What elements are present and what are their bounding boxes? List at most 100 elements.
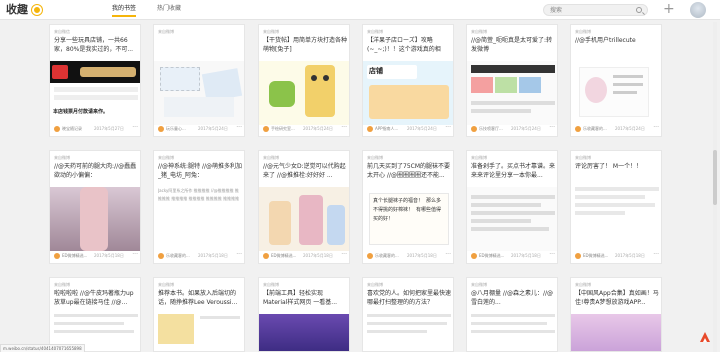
bookmark-card[interactable]: 来自微博 【洋果子店ローズ】攻略(~_~;)！！这个游戏真的相当... 店铺 A… <box>362 24 454 137</box>
logo-badge-icon <box>32 5 42 15</box>
card-thumbnail[interactable] <box>571 187 661 251</box>
card-title[interactable]: 【洋果子店ローズ】攻略(~_~;)！！这个游戏真的相当... <box>367 36 451 54</box>
bookmark-card[interactable]: 来自微博 评论厉害了！ M一个！！ ED微博精选... 2017年5月18日 ·… <box>570 150 662 264</box>
card-thumbnail[interactable] <box>259 314 349 351</box>
card-source: 来自微博 <box>263 29 279 34</box>
card-date: 2017年5月18日 <box>303 253 333 258</box>
brand-corner-icon[interactable] <box>698 330 712 344</box>
card-title[interactable]: //@手机用户trillecute <box>575 36 659 54</box>
bookmark-card[interactable]: 来自微博 //@神系统:腿特 //@萌推多利加_猪_电坊_阿兔： Jacky阿里… <box>153 150 245 264</box>
card-source: 来自微博 <box>471 282 487 287</box>
text-line <box>367 330 427 333</box>
card-meta: ED微博精选... 2017年5月18日 ··· <box>263 251 347 260</box>
card-title[interactable]: //@简萱_呃呃真是太可爱了:转发微博 <box>471 36 555 54</box>
author-avatar <box>54 126 60 132</box>
card-meta: 玩乐童心... 2017年5月24日 ··· <box>158 124 242 133</box>
bookmark-card[interactable]: 来自微博 【干货帖】用简单方块打造各种萌物[兔子] 手绘研究室... 2017年… <box>258 24 350 137</box>
tab-my-bookmarks[interactable]: 我的书签 <box>112 5 137 17</box>
avatar[interactable] <box>690 2 706 18</box>
bookmark-card[interactable]: 来自微博 啦啦啦啦 //@牛皮玛著瓶力up放草up最在链接马佳 //@... <box>49 277 141 352</box>
card-thumbnail[interactable] <box>259 187 349 251</box>
card-title[interactable]: 准备剁手了。买点书才靠谱。来来来评论里分享一本你最... <box>471 162 555 180</box>
card-title[interactable]: 推荐本书。如果放入后端切的话，随挣推荐Lee Veroussi... <box>158 289 242 307</box>
more-icon[interactable]: ··· <box>341 251 347 258</box>
app-logo[interactable]: 收趣 <box>6 3 28 17</box>
bookmark-card[interactable]: 来自微博 //@元气少女D:逆觉可以代购起来了 //@推推栓:好好好 ... E… <box>258 150 350 264</box>
bookmark-card[interactable]: 来自微博 //@天药可前的腿大肉://@蠢蠢欲动的小偏偏： ED微博精选... … <box>49 150 141 264</box>
card-date: 2017年5月27日 <box>94 126 124 131</box>
card-meta: 手绘研究室... 2017年5月24日 ··· <box>263 124 347 133</box>
card-date: 2017年5月24日 <box>407 126 437 131</box>
author-avatar <box>263 126 269 132</box>
card-title[interactable] <box>158 36 242 54</box>
scrollbar-thumb[interactable] <box>713 150 717 205</box>
bookmark-card[interactable]: 来自微博 玩乐童心... 2017年5月24日 ··· <box>153 24 245 137</box>
card-thumbnail[interactable] <box>50 187 140 251</box>
more-icon[interactable]: ··· <box>653 124 659 131</box>
bookmark-card[interactable]: 来自微博 准备剁手了。买点书才靠谱。来来来评论里分享一本你最... ED微博精选… <box>466 150 558 264</box>
bookmark-card[interactable]: 来自微博 喜欢党的人。如何把家里最快速哪最打扫整理的的方法？ <box>362 277 454 352</box>
card-title[interactable]: //@元气少女D:逆觉可以代购起来了 //@推推栓:好好好 ... <box>263 162 347 180</box>
thumb-caption: 本店钱票月付款请来作。 <box>53 109 109 115</box>
more-icon[interactable]: ··· <box>236 251 242 258</box>
bookmark-card[interactable]: 来自微信 分享一些玩具店铺，一共66家，80%是我实过的，不可... 本店钱票月… <box>49 24 141 137</box>
card-title[interactable]: 啦啦啦啦 //@牛皮玛著瓶力up放草up最在链接马佳 //@... <box>54 289 138 307</box>
top-bar: 收趣 我的书签 热门收藏 搜索 + <box>0 0 720 20</box>
card-title[interactable]: 【中国风App合集】真如画！马佳!尊贵A梦想放游戏APP... <box>575 289 659 307</box>
card-date: 2017年5月24日 <box>198 126 228 131</box>
card-title[interactable]: 分享一些玩具店铺，一共66家，80%是我实过的，不可... <box>54 36 138 54</box>
card-thumbnail[interactable] <box>158 314 194 344</box>
card-title[interactable]: @八月棚量 //@森之素儿：//@雪白莲的... <box>471 289 555 307</box>
search-placeholder: 搜索 <box>550 7 563 14</box>
card-meta: 乐收藏客的... 2017年5月18日 ··· <box>158 251 242 260</box>
author-avatar <box>471 126 477 132</box>
author-avatar <box>367 126 373 132</box>
card-date: 2017年5月18日 <box>615 253 645 258</box>
bookmark-card[interactable]: 来自微博 @八月棚量 //@森之素儿：//@雪白莲的... <box>466 277 558 352</box>
bookmark-card[interactable]: 来自微博 //@手机用户trillecute 乐收藏客的... 2017年5月2… <box>570 24 662 137</box>
card-thumbnail[interactable] <box>571 61 661 125</box>
text-line <box>471 322 547 325</box>
card-source: 来自微信 <box>54 29 70 34</box>
card-source: 来自微博 <box>263 282 279 287</box>
card-thumbnail[interactable] <box>154 61 244 125</box>
search-input[interactable]: 搜索 <box>543 4 648 16</box>
card-title[interactable]: 喜欢党的人。如何把家里最快速哪最打扫整理的的方法？ <box>367 289 451 307</box>
card-thumbnail[interactable] <box>467 187 557 251</box>
author-avatar <box>575 126 581 132</box>
more-icon[interactable]: ··· <box>549 251 555 258</box>
add-bookmark-button[interactable]: + <box>663 1 675 17</box>
search-icon[interactable] <box>636 7 642 13</box>
card-title[interactable]: 评论厉害了！ M一个！！ <box>575 162 659 180</box>
text-line <box>367 314 451 317</box>
bookmark-card[interactable]: 来自微博 //@简萱_呃呃真是太可爱了:转发微博 乐技喷客厅... 2017年5… <box>466 24 558 137</box>
card-thumbnail[interactable]: 真个长腿袜子的福音！ 那么多不得挑的好棉袜！ 有哪些值得买的好！ <box>363 187 453 251</box>
card-title[interactable]: //@神系统:腿特 //@萌推多利加_猪_电坊_阿兔： <box>158 162 242 180</box>
more-icon[interactable]: ··· <box>341 124 347 131</box>
card-thumbnail[interactable] <box>571 314 661 351</box>
more-icon[interactable]: ··· <box>549 124 555 131</box>
bookmark-card[interactable]: 来自微博 前几天买到了75CM的腿袜不要太开心 //@圈圈圈圈还不能... 真个… <box>362 150 454 264</box>
more-icon[interactable]: ··· <box>236 124 242 131</box>
bookmark-card[interactable]: 来自微博 推荐本书。如果放入后端切的话，随挣推荐Lee Veroussi... <box>153 277 245 352</box>
card-title[interactable]: 【前端工具】轻松实现Material样式网页 一看基... <box>263 289 347 307</box>
card-source: 来自微博 <box>158 155 174 160</box>
more-icon[interactable]: ··· <box>132 124 138 131</box>
card-thumbnail[interactable]: 本店钱票月付款请来作。 <box>50 61 140 125</box>
bookmark-card[interactable]: 来自微博 【中国风App合集】真如画！马佳!尊贵A梦想放游戏APP... <box>570 277 662 352</box>
more-icon[interactable]: ··· <box>445 251 451 258</box>
card-source: 来自微博 <box>54 282 70 287</box>
card-thumbnail[interactable] <box>467 61 557 125</box>
card-thumbnail[interactable]: 店铺 <box>363 61 453 125</box>
tab-popular[interactable]: 热门收藏 <box>157 5 181 13</box>
text-line <box>54 330 134 333</box>
card-title[interactable]: 前几天买到了75CM的腿袜不要太开心 //@圈圈圈圈还不能... <box>367 162 451 180</box>
more-icon[interactable]: ··· <box>132 251 138 258</box>
card-title[interactable]: 【干货帖】用简单方块打造各种萌物[兔子] <box>263 36 347 54</box>
more-icon[interactable]: ··· <box>445 124 451 131</box>
bookmark-card[interactable]: 来自微博 【前端工具】轻松实现Material样式网页 一看基... <box>258 277 350 352</box>
card-date: 2017年5月18日 <box>407 253 437 258</box>
more-icon[interactable]: ··· <box>653 251 659 258</box>
card-title[interactable]: //@天药可前的腿大肉://@蠢蠢欲动的小偏偏： <box>54 162 138 180</box>
card-thumbnail[interactable] <box>259 61 349 125</box>
